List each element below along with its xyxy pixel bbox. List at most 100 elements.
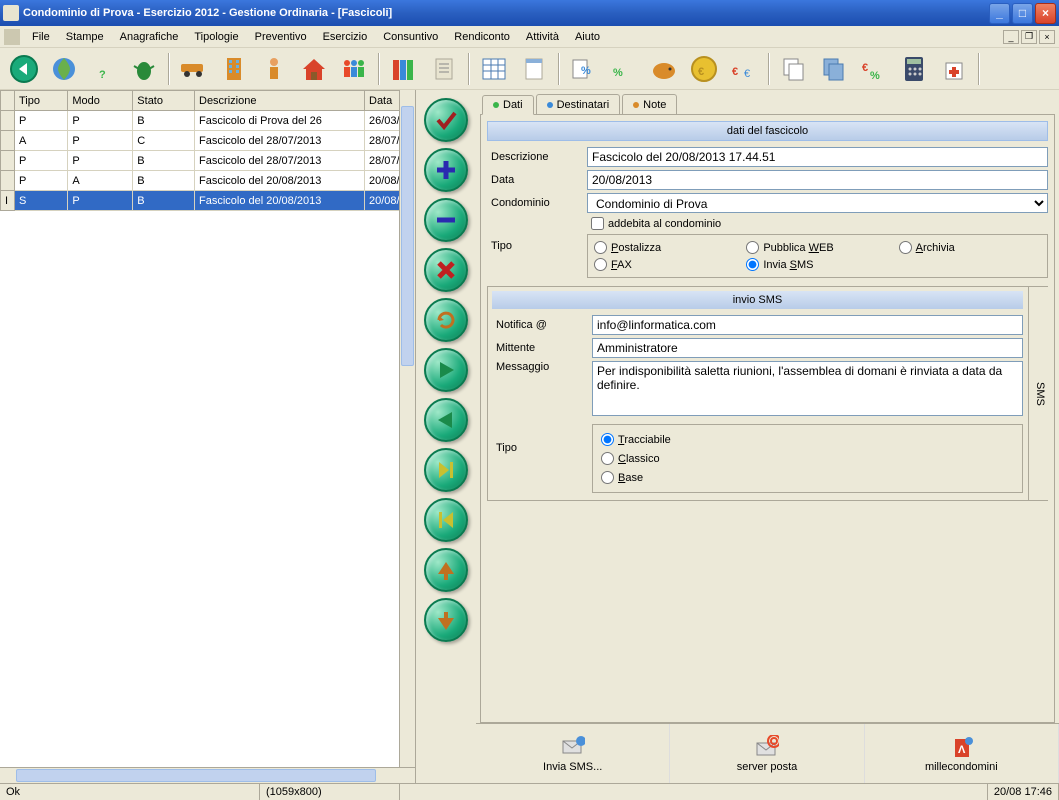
back-button[interactable]	[6, 51, 42, 87]
down-button[interactable]	[424, 598, 468, 642]
copy-color-icon[interactable]	[816, 51, 852, 87]
smstipo-base-radio[interactable]	[601, 471, 614, 484]
car-icon[interactable]	[176, 51, 212, 87]
piggybank-icon[interactable]	[646, 51, 682, 87]
col-descrizione[interactable]: Descrizione	[195, 91, 365, 111]
condominio-select[interactable]: Condominio di Prova	[587, 193, 1048, 213]
close-button[interactable]: ×	[1035, 3, 1056, 24]
vscroll-thumb[interactable]	[401, 106, 414, 366]
maximize-button[interactable]: □	[1012, 3, 1033, 24]
tab-dati[interactable]: Dati	[482, 95, 534, 115]
tab-body-dati: dati del fascicolo Descrizione Data Cond…	[480, 114, 1055, 723]
world-icon[interactable]	[46, 51, 82, 87]
menu-rendiconto[interactable]: Rendiconto	[446, 29, 518, 45]
col-modo[interactable]: Modo	[68, 91, 133, 111]
confirm-button[interactable]	[424, 98, 468, 142]
menu-app-icon	[4, 29, 20, 45]
percent-doc-icon[interactable]: %	[566, 51, 602, 87]
next-button[interactable]	[424, 348, 468, 392]
mdi-minimize-button[interactable]: _	[1003, 30, 1019, 44]
sms-side-label: SMS	[1028, 287, 1048, 500]
notifica-input[interactable]	[592, 315, 1023, 335]
calculator-icon[interactable]	[896, 51, 932, 87]
menu-consuntivo[interactable]: Consuntivo	[375, 29, 446, 45]
last-button[interactable]	[424, 448, 468, 492]
first-button[interactable]	[424, 498, 468, 542]
notepad-icon[interactable]	[516, 51, 552, 87]
tab-dot-icon	[633, 102, 639, 108]
mdi-restore-button[interactable]: ❐	[1021, 30, 1037, 44]
mittente-label: Mittente	[492, 342, 592, 354]
house-icon[interactable]	[296, 51, 332, 87]
millecondomini-button[interactable]: Λ millecondomini	[865, 724, 1059, 783]
menu-attivita[interactable]: Attività	[518, 29, 567, 45]
menu-aiuto[interactable]: Aiuto	[567, 29, 608, 45]
grid-panel: Tipo Modo Stato Descrizione Data PPBFasc…	[0, 90, 416, 783]
percent-icon[interactable]: %	[606, 51, 642, 87]
server-posta-button[interactable]: server posta	[670, 724, 864, 783]
addebita-label: addebita al condominio	[608, 218, 721, 230]
refresh-button[interactable]	[424, 298, 468, 342]
add-button[interactable]	[424, 148, 468, 192]
minimize-button[interactable]: _	[989, 3, 1010, 24]
table-row[interactable]: ISPBFascicolo del 20/08/201320/08/	[1, 191, 415, 211]
mail-spiral-icon	[755, 735, 779, 759]
tab-destinatari[interactable]: Destinatari	[536, 94, 621, 114]
menu-file[interactable]: File	[24, 29, 58, 45]
grid-vscroll[interactable]	[399, 90, 415, 767]
col-tipo[interactable]: Tipo	[15, 91, 68, 111]
binders-icon[interactable]	[386, 51, 422, 87]
tipo-fax-radio[interactable]	[594, 258, 607, 271]
tipo-pubblicaweb-radio[interactable]	[746, 241, 759, 254]
hscroll-thumb[interactable]	[16, 769, 376, 782]
fascicoli-grid[interactable]: Tipo Modo Stato Descrizione Data PPBFasc…	[0, 90, 415, 211]
menu-tipologie[interactable]: Tipologie	[186, 29, 246, 45]
tab-dot-icon	[547, 102, 553, 108]
table-row[interactable]: PPBFascicolo di Prova del 2626/03/	[1, 111, 415, 131]
table-row[interactable]: PPBFascicolo del 28/07/201328/07/	[1, 151, 415, 171]
euro-text-icon[interactable]: €€	[726, 51, 762, 87]
data-input[interactable]	[587, 170, 1048, 190]
smstipo-classico-radio[interactable]	[601, 452, 614, 465]
svg-text:?: ?	[99, 69, 106, 81]
menu-preventivo[interactable]: Preventivo	[247, 29, 315, 45]
mdi-close-button[interactable]: ×	[1039, 30, 1055, 44]
invia-sms-button[interactable]: Invia SMS...	[476, 724, 670, 783]
medical-icon[interactable]	[936, 51, 972, 87]
smstipo-tracciabile-radio[interactable]	[601, 433, 614, 446]
euro-percent-icon[interactable]: €%	[856, 51, 892, 87]
toolbar-separator	[978, 53, 980, 85]
svg-text:%: %	[870, 70, 880, 81]
tab-note[interactable]: Note	[622, 94, 677, 114]
addebita-checkbox[interactable]	[591, 217, 604, 230]
tipo-archivia-radio[interactable]	[899, 241, 912, 254]
table-row[interactable]: PABFascicolo del 20/08/201320/08/	[1, 171, 415, 191]
tipo-postalizza-radio[interactable]	[594, 241, 607, 254]
euro-coin-icon[interactable]: €	[686, 51, 722, 87]
mittente-input[interactable]	[592, 338, 1023, 358]
document-icon[interactable]	[426, 51, 462, 87]
building-icon[interactable]	[216, 51, 252, 87]
table-row[interactable]: APCFascicolo del 28/07/201328/07/	[1, 131, 415, 151]
up-button[interactable]	[424, 548, 468, 592]
remove-button[interactable]	[424, 198, 468, 242]
people-icon[interactable]	[336, 51, 372, 87]
menu-stampe[interactable]: Stampe	[58, 29, 112, 45]
grid-hscroll[interactable]	[0, 767, 415, 783]
tipo-inviasms-radio[interactable]	[746, 258, 759, 271]
copy-icon[interactable]	[776, 51, 812, 87]
menu-anagrafiche[interactable]: Anagrafiche	[112, 29, 187, 45]
menu-esercizio[interactable]: Esercizio	[315, 29, 376, 45]
help-icon[interactable]: ?	[86, 51, 122, 87]
window-title: Condominio di Prova - Esercizio 2012 - G…	[23, 7, 989, 19]
statusbar: Ok (1059x800) 20/08 17:46	[0, 783, 1059, 800]
messaggio-textarea[interactable]	[592, 361, 1023, 416]
bug-icon[interactable]	[126, 51, 162, 87]
prev-button[interactable]	[424, 398, 468, 442]
person-icon[interactable]	[256, 51, 292, 87]
delete-button[interactable]	[424, 248, 468, 292]
descrizione-input[interactable]	[587, 147, 1048, 167]
col-stato[interactable]: Stato	[133, 91, 195, 111]
messaggio-label: Messaggio	[492, 361, 592, 373]
table-icon[interactable]	[476, 51, 512, 87]
